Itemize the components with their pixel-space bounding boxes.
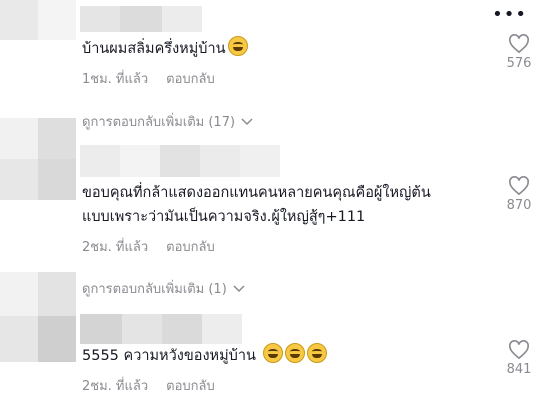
like-count: 576 xyxy=(506,56,532,71)
comment-meta: 1ชม. ที่แล้ว ตอบกลับ xyxy=(82,68,215,89)
like-button[interactable]: 576 xyxy=(501,34,537,71)
view-more-replies-button[interactable]: ดูการตอบกลับเพิ่มเติม (1) xyxy=(82,278,245,299)
view-more-replies-button[interactable]: ดูการตอบกลับเพิ่มเติม (17) xyxy=(82,111,253,132)
timestamp: 2ชม. ที่แล้ว xyxy=(82,240,149,255)
comment-text-line-1: ขอบคุณที่กล้าแสดงออกแทนคนหลายคนคุณคือผู้… xyxy=(82,185,431,201)
timestamp: 1ชม. ที่แล้ว xyxy=(82,72,149,87)
heart-outline-icon xyxy=(509,340,529,360)
heart-outline-icon xyxy=(509,176,529,196)
more-replies-label: ดูการตอบกลับเพิ่มเติม (17) xyxy=(82,115,236,130)
comment-meta: 2ชม. ที่แล้ว ตอบกลับ xyxy=(82,236,215,257)
avatar[interactable] xyxy=(0,118,76,200)
timestamp: 2ชม. ที่แล้ว xyxy=(82,379,149,394)
more-options-icon[interactable]: ••• xyxy=(492,4,527,25)
chevron-down-icon xyxy=(233,284,245,292)
chevron-down-icon xyxy=(241,117,253,125)
comment-text-line-2: แบบเพราะว่ามันเป็นความจริง.ผู้ใหญ่สู้ๆ+1… xyxy=(82,209,366,225)
reply-button[interactable]: ตอบกลับ xyxy=(166,375,215,396)
grinning-emoji-icon xyxy=(227,36,248,56)
heart-outline-icon xyxy=(509,34,529,54)
grinning-emoji-icon xyxy=(262,343,283,363)
grinning-emoji-icon xyxy=(284,343,305,363)
avatar[interactable] xyxy=(0,0,76,40)
avatar[interactable] xyxy=(0,272,76,362)
like-count: 841 xyxy=(506,362,532,377)
more-replies-label: ดูการตอบกลับเพิ่มเติม (1) xyxy=(82,282,227,297)
like-button[interactable]: 841 xyxy=(501,340,537,377)
reply-button[interactable]: ตอบกลับ xyxy=(166,68,215,89)
reply-button[interactable]: ตอบกลับ xyxy=(166,236,215,257)
like-button[interactable]: 870 xyxy=(501,176,537,213)
comment-text: บ้านผมสลิ่มครึ่งหมู่บ้าน xyxy=(82,36,248,62)
comment-text: 5555 ความหวังของหมู่บ้าน xyxy=(82,343,327,369)
comment-meta: 2ชม. ที่แล้ว ตอบกลับ xyxy=(82,375,215,396)
username-blurred[interactable] xyxy=(80,314,242,344)
grinning-emoji-icon xyxy=(306,343,327,363)
username-blurred[interactable] xyxy=(80,145,280,177)
username-blurred[interactable] xyxy=(80,6,202,32)
like-count: 870 xyxy=(506,198,532,213)
